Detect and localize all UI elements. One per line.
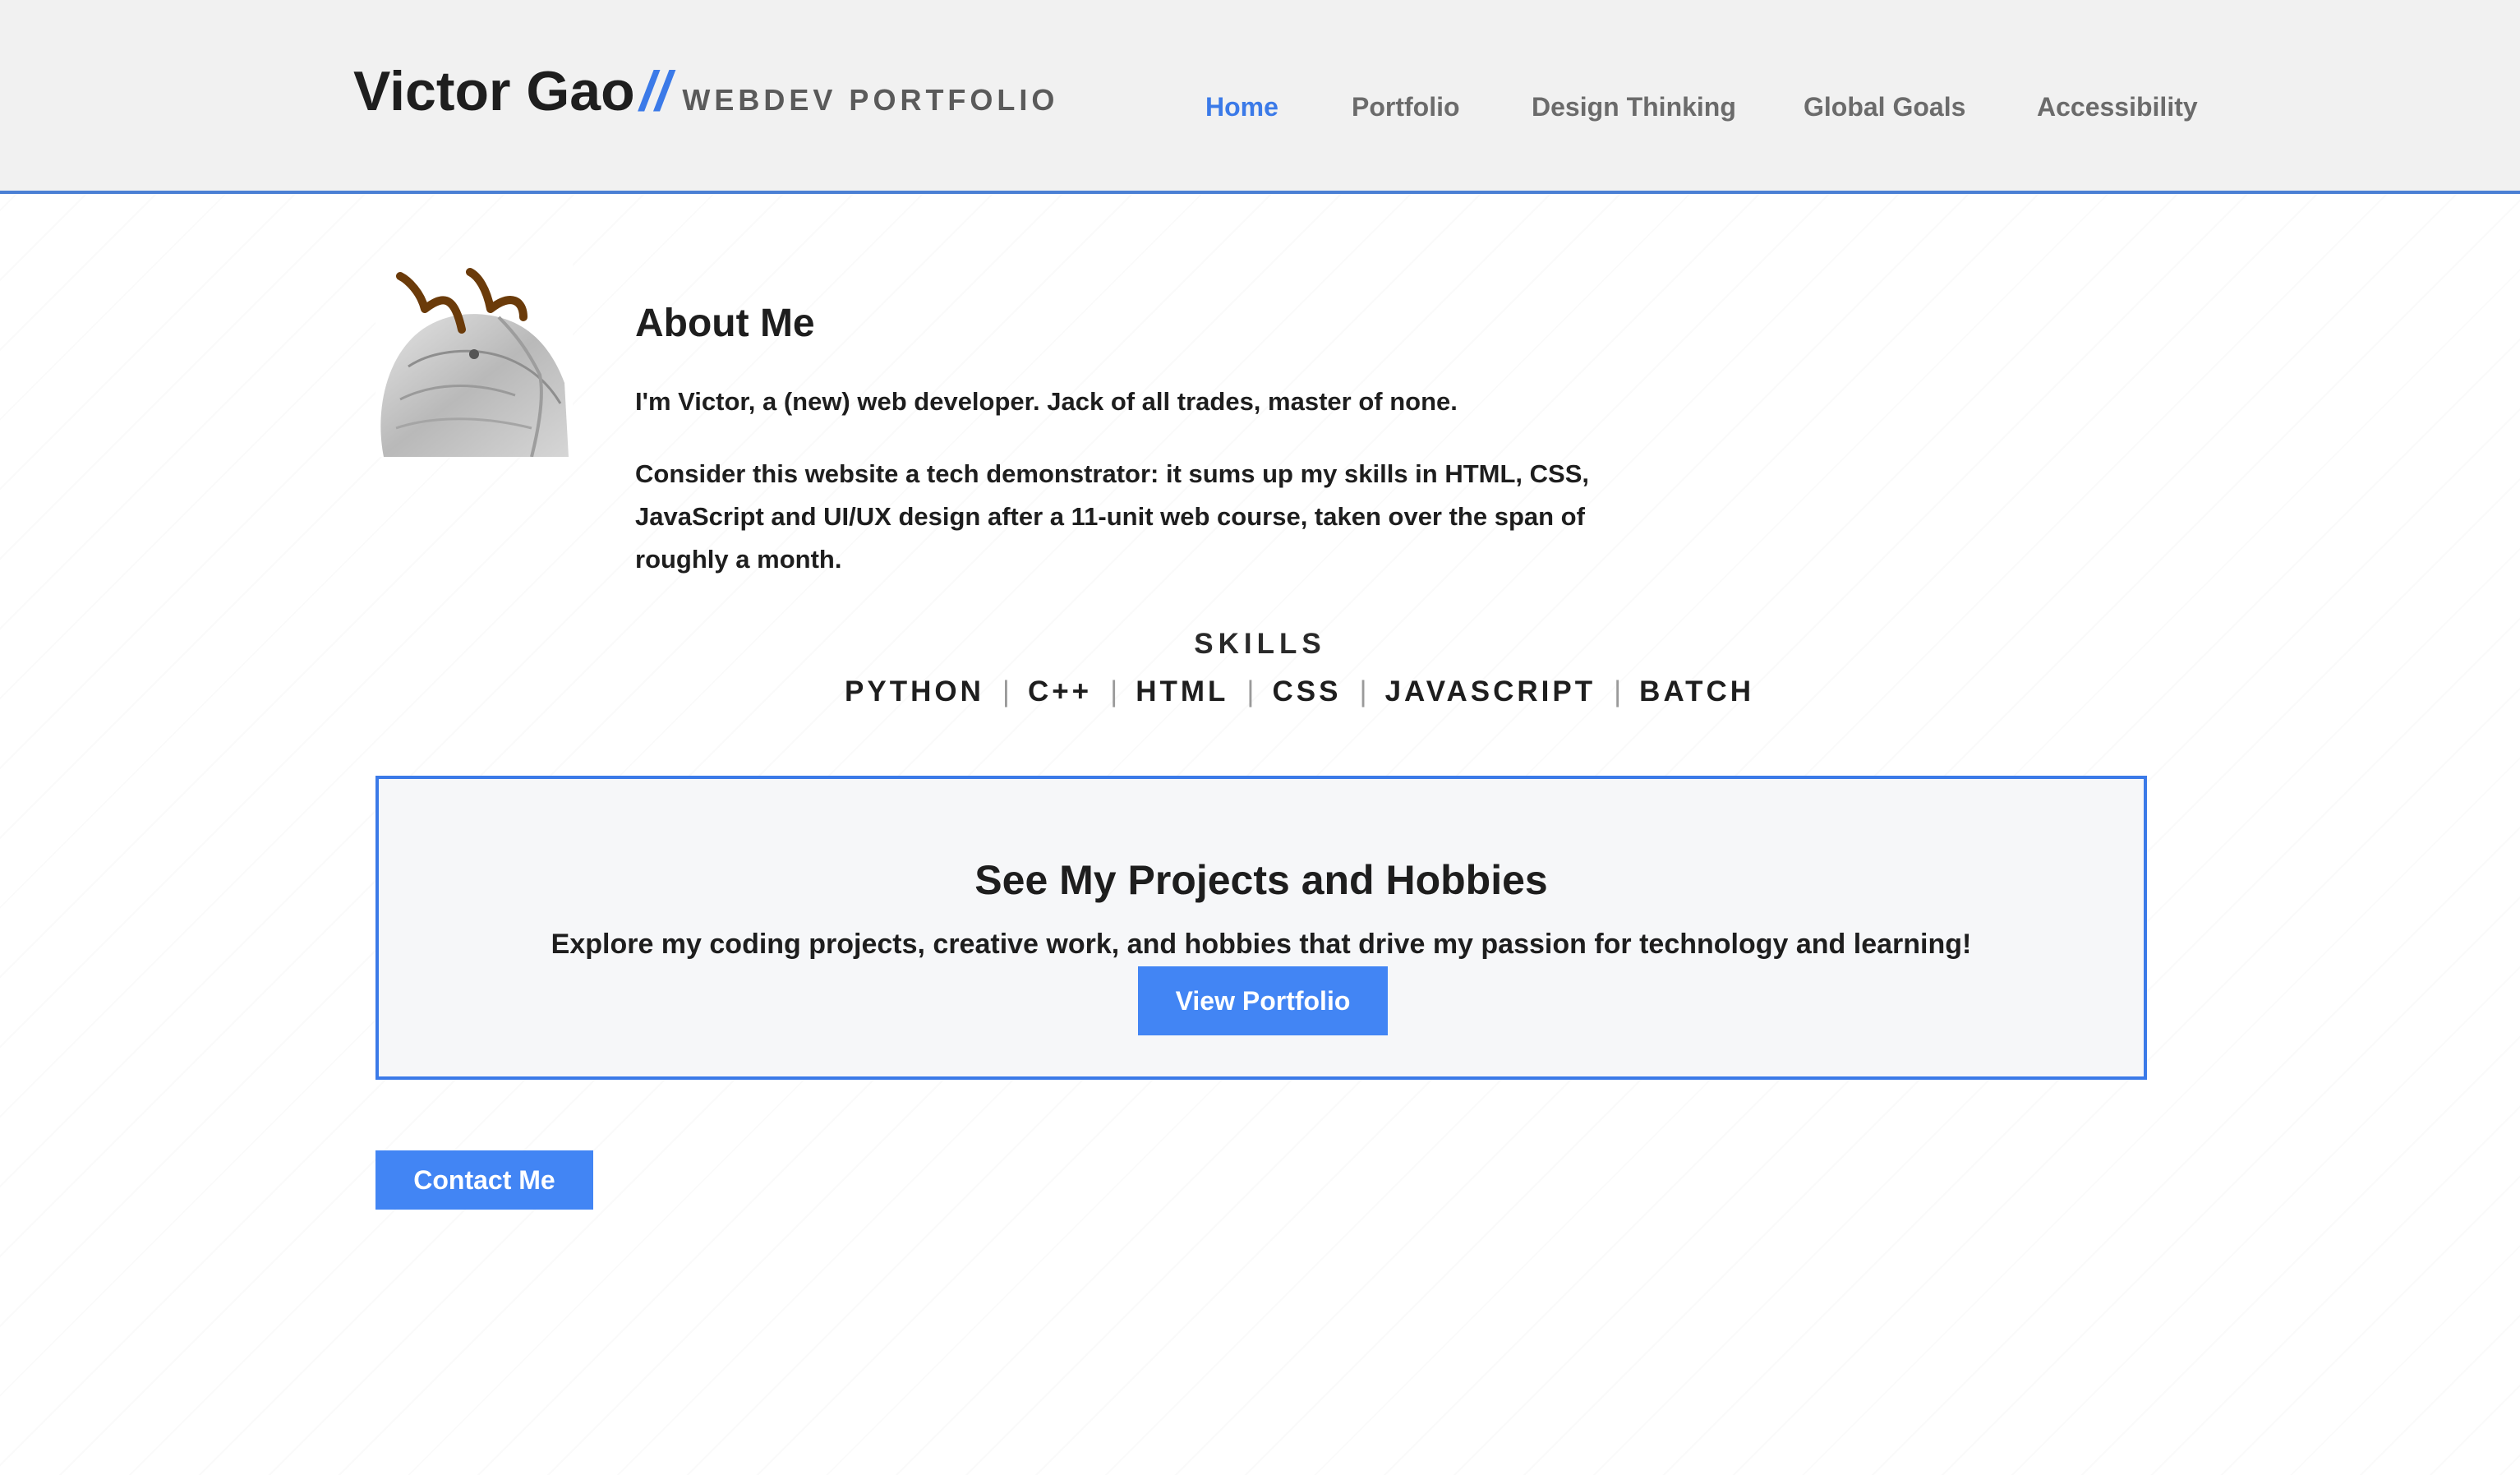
view-portfolio-button[interactable]: View Portfolio xyxy=(1138,966,1388,1035)
about-title: About Me xyxy=(635,301,815,345)
skill-separator: | xyxy=(1359,675,1367,708)
skill-separator: | xyxy=(1110,675,1118,708)
nav-portfolio[interactable]: Portfolio xyxy=(1352,92,1460,122)
cta-description: Explore my coding projects, creative wor… xyxy=(551,929,1972,960)
nav-home[interactable]: Home xyxy=(1205,92,1278,122)
contact-me-button[interactable]: Contact Me xyxy=(375,1150,593,1210)
skill-separator: | xyxy=(1246,675,1255,708)
skill-separator: | xyxy=(1614,675,1622,708)
skill-item: C++ xyxy=(1027,675,1093,708)
cta-title: See My Projects and Hobbies xyxy=(974,856,1548,903)
nav-accessibility[interactable]: Accessibility xyxy=(2037,92,2198,122)
skill-item: HTML xyxy=(1136,675,1229,708)
nav-design-thinking[interactable]: Design Thinking xyxy=(1532,92,1736,122)
dragon-icon xyxy=(375,260,573,457)
about-intro-text: I'm Victor, a (new) web developer. Jack … xyxy=(635,387,1458,416)
about-description-text: Consider this website a tech demonstrato… xyxy=(635,459,1590,574)
dragon-avatar xyxy=(375,260,573,457)
skill-item: CSS xyxy=(1272,675,1342,708)
main-nav: Home Portfolio Design Thinking Global Go… xyxy=(0,92,2520,133)
skills-list: PYTHON | C++ | HTML | CSS | JAVASCRIPT |… xyxy=(845,675,1754,708)
site-header: Victor Gao // WEBDEV PORTFOLIO Home Port… xyxy=(0,0,2520,194)
skills-title: SKILLS xyxy=(1194,628,1326,660)
nav-global-goals[interactable]: Global Goals xyxy=(1804,92,1965,122)
skill-item: JAVASCRIPT xyxy=(1384,675,1596,708)
skill-item: PYTHON xyxy=(845,675,984,708)
skill-separator: | xyxy=(1002,675,1010,708)
projects-cta-box: See My Projects and Hobbies Explore my c… xyxy=(375,776,2147,1080)
skill-item: BATCH xyxy=(1639,675,1755,708)
